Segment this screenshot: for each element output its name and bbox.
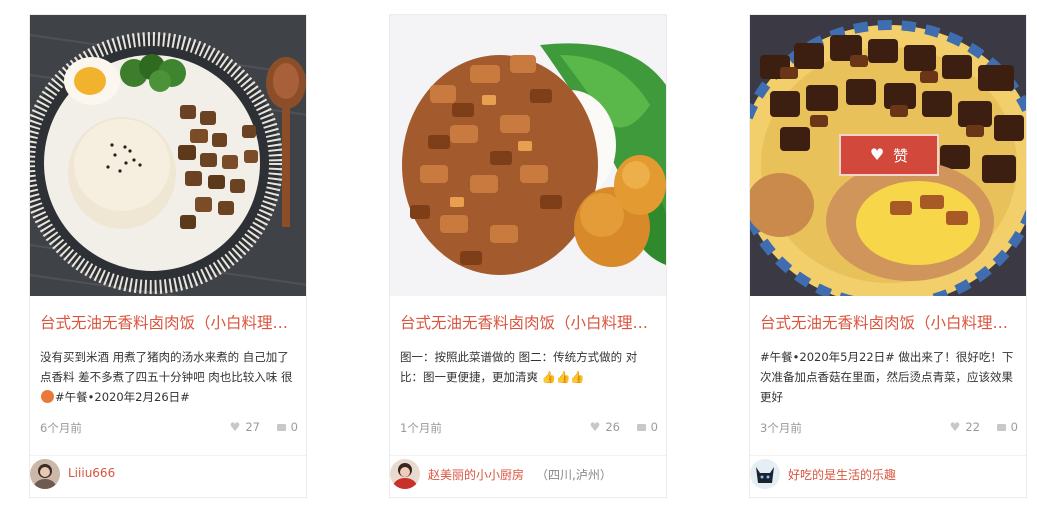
like-count: 26 [605, 420, 620, 434]
comment-text: 图一：按照此菜谱做的 图二：传统方式做的 对比：图一更便捷，更加清爽 [400, 350, 638, 384]
emoji-icon [41, 390, 54, 403]
recipe-title[interactable]: 台式无油无香料卤肉饭（小白料理… [400, 311, 658, 333]
author-name[interactable]: 赵美丽的小小厨房 [428, 466, 524, 483]
heart-icon: ♥ [869, 145, 885, 164]
recipe-comment: #午餐•2020年5月22日# 做出来了！很好吃！下次准备加点香菇在里面，然后烫… [760, 350, 1014, 404]
recipe-card: 台式无油无香料卤肉饭（小白料理… 图一：按照此菜谱做的 图二：传统方式做的 对比… [389, 14, 667, 498]
author-row: Liiiu666 [30, 455, 306, 497]
thumbs-up-icon: 👍👍👍 [541, 370, 585, 384]
comment-count: 0 [650, 420, 658, 434]
like-count-button[interactable]: ♥ 27 [230, 420, 260, 434]
like-count: 22 [965, 420, 980, 434]
like-count: 27 [245, 420, 260, 434]
recipe-photo[interactable] [390, 15, 666, 296]
comment-count-button[interactable]: 0 [996, 420, 1018, 434]
comment-tag: #午餐•2020年2月26日# [55, 390, 190, 404]
comment-count-button[interactable]: 0 [276, 420, 298, 434]
recipe-comment: 图一：按照此菜谱做的 图二：传统方式做的 对比：图一更便捷，更加清爽 👍👍👍 [400, 347, 658, 409]
like-count-button[interactable]: ♥ 26 [590, 420, 620, 434]
card-meta: 6个月前 ♥ 27 0 [40, 420, 300, 436]
comment-bubble-icon [276, 423, 286, 431]
like-button[interactable]: ♥ 赞 [839, 134, 939, 176]
recipe-title[interactable]: 台式无油无香料卤肉饭（小白料理… [40, 311, 298, 333]
post-time: 3个月前 [760, 421, 802, 435]
card-meta: 1个月前 ♥ 26 0 [400, 420, 660, 436]
heart-icon: ♥ [229, 420, 241, 434]
recipe-comment: 没有买到米酒 用煮了猪肉的汤水来煮的 自己加了点香料 差不多煮了四五十分钟吧 肉… [40, 347, 298, 409]
author-name[interactable]: 好吃的是生活的乐趣 [788, 466, 896, 483]
post-time: 6个月前 [40, 421, 82, 435]
heart-icon: ♥ [589, 420, 601, 434]
avatar[interactable] [390, 459, 420, 489]
comment-text: 没有买到米酒 用煮了猪肉的汤水来煮的 自己加了点香料 差不多煮了四五十分钟吧 肉… [40, 350, 293, 384]
author-row: 赵美丽的小小厨房 （四川,泸州） [390, 455, 666, 497]
card-meta: 3个月前 ♥ 22 0 [760, 420, 1020, 436]
author-row: 好吃的是生活的乐趣 [750, 455, 1026, 497]
author-location: （四川,泸州） [536, 468, 612, 482]
recipe-photo[interactable]: ♥ 赞 [750, 15, 1026, 296]
recipe-card: ♥ 赞 台式无油无香料卤肉饭（小白料理… #午餐•2020年5月22日# 做出来… [749, 14, 1027, 498]
comment-count: 0 [290, 420, 298, 434]
like-count-button[interactable]: ♥ 22 [950, 420, 980, 434]
recipe-title[interactable]: 台式无油无香料卤肉饭（小白料理… [760, 311, 1018, 333]
post-time: 1个月前 [400, 421, 442, 435]
comment-bubble-icon [636, 423, 646, 431]
avatar[interactable] [750, 459, 780, 489]
comment-count: 0 [1010, 420, 1018, 434]
heart-icon: ♥ [949, 420, 961, 434]
avatar[interactable] [30, 459, 60, 489]
recipe-photo[interactable] [30, 15, 306, 296]
author-name[interactable]: Liiiu666 [68, 466, 115, 480]
comment-count-button[interactable]: 0 [636, 420, 658, 434]
like-button-label: 赞 [893, 146, 909, 165]
recipe-feed-grid: 台式无油无香料卤肉饭（小白料理… 没有买到米酒 用煮了猪肉的汤水来煮的 自己加了… [0, 0, 1037, 506]
recipe-card: 台式无油无香料卤肉饭（小白料理… 没有买到米酒 用煮了猪肉的汤水来煮的 自己加了… [29, 14, 307, 498]
comment-bubble-icon [996, 423, 1006, 431]
